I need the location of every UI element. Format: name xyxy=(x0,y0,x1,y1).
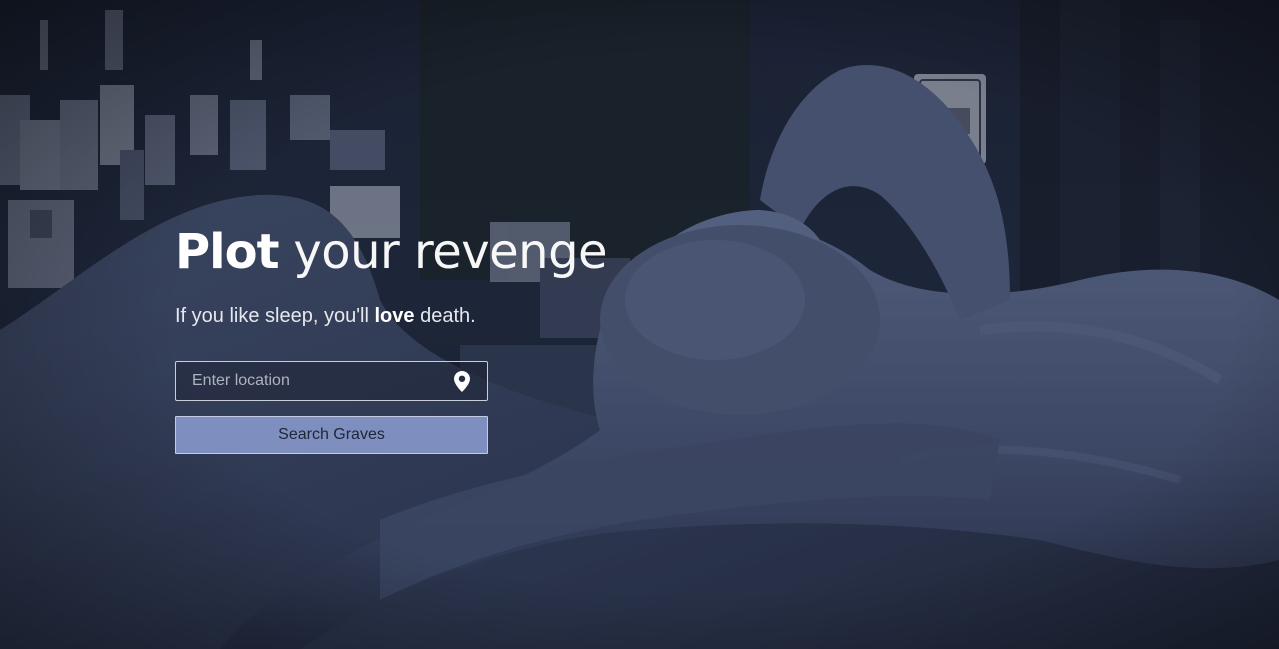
hero-content: Plot your revenge If you like sleep, you… xyxy=(175,224,608,454)
search-graves-button[interactable]: Search Graves xyxy=(175,416,488,454)
map-pin-icon[interactable] xyxy=(454,371,470,392)
tagline-emphasis: love xyxy=(374,305,415,327)
tagline-end: death. xyxy=(414,305,476,327)
location-input[interactable] xyxy=(176,362,446,400)
tagline-start: If you like sleep, you'll xyxy=(175,305,375,327)
tagline: If you like sleep, you'll love death. xyxy=(175,302,595,330)
headline-strong-text: Plot xyxy=(175,224,280,280)
location-field[interactable] xyxy=(175,361,488,401)
hero-section: Plot your revenge If you like sleep, you… xyxy=(0,0,1279,649)
page-title: Plot your revenge xyxy=(175,224,608,280)
headline-light-text: your revenge xyxy=(293,224,608,280)
